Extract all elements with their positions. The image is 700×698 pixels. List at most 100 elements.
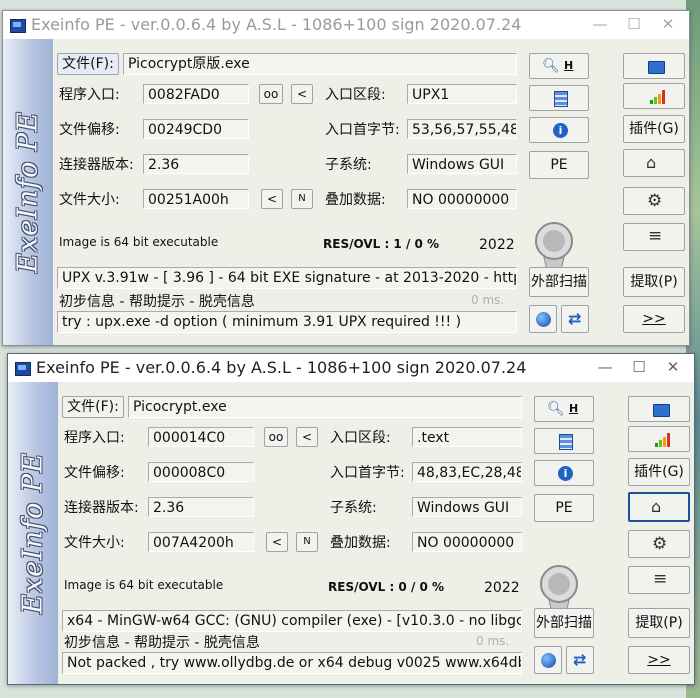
file-offset-field[interactable]: 000008C0: [148, 462, 254, 482]
detection-result[interactable]: UPX v.3.91w - [ 3.96 ] - 64 bit EXE sign…: [57, 267, 517, 289]
refresh-button[interactable]: ⇄: [566, 646, 594, 674]
close-button[interactable]: ✕: [651, 13, 685, 35]
maximize-button[interactable]: ☐: [617, 13, 651, 35]
search-button[interactable]: 🔍︎ H: [529, 53, 589, 79]
file-open-button[interactable]: 文件(F):: [57, 53, 119, 75]
info-icon: i: [553, 123, 568, 138]
external-scan-button[interactable]: 外部扫描: [529, 267, 589, 297]
settings-button[interactable]: ⚙: [623, 187, 685, 215]
first-bytes-field[interactable]: 48,83,EC,28,48: [412, 462, 522, 482]
bit-info: Image is 64 bit executable: [59, 235, 219, 249]
year-label: 2022: [479, 237, 515, 253]
overlay-field[interactable]: NO 00000000: [412, 532, 522, 552]
search-button[interactable]: 🔍︎ H: [534, 396, 594, 422]
file-size-field[interactable]: 007A4200h: [148, 532, 254, 552]
subsystem-label: 子系统:: [330, 500, 377, 516]
prev-entry-button[interactable]: <: [291, 84, 313, 104]
stack-icon: [554, 91, 568, 107]
n-button[interactable]: N: [296, 532, 318, 552]
web-button[interactable]: [534, 646, 562, 674]
prev-size-button[interactable]: <: [261, 189, 283, 209]
minimize-button[interactable]: —: [583, 13, 617, 35]
h-label: H: [564, 59, 574, 72]
next-button[interactable]: >>: [623, 305, 685, 333]
detection-result[interactable]: x64 - MinGW-w64 GCC: (GNU) compiler (exe…: [62, 610, 522, 632]
home-button[interactable]: ⌂: [628, 492, 690, 522]
sidebar-logo-text: ExeInfo PE: [17, 452, 49, 614]
signal-bars-icon: [655, 433, 670, 447]
info-button[interactable]: i: [534, 460, 594, 486]
info-button[interactable]: i: [529, 117, 589, 143]
first-bytes-field[interactable]: 53,56,57,55,48,: [407, 119, 517, 139]
gear-icon: ⚙: [652, 534, 668, 554]
settings-button[interactable]: ⚙: [628, 530, 690, 558]
linker-version-field[interactable]: 2.36: [143, 154, 249, 174]
entry-point-field[interactable]: 000014C0: [148, 427, 254, 447]
pe-button[interactable]: PE: [534, 494, 594, 522]
oo-button[interactable]: oo: [259, 84, 283, 104]
unpack-hint[interactable]: Not packed , try www.ollydbg.de or x64 d…: [62, 652, 522, 674]
file-open-button[interactable]: 文件(F):: [62, 396, 124, 418]
open-folder-button[interactable]: [623, 53, 685, 79]
prev-entry-button[interactable]: <: [296, 427, 318, 447]
close-button[interactable]: ✕: [656, 356, 690, 378]
n-button[interactable]: N: [291, 189, 313, 209]
hint-text: 初步信息 - 帮助提示 - 脱壳信息: [59, 294, 255, 310]
subsystem-field[interactable]: Windows GUI: [407, 154, 517, 174]
menu-button[interactable]: ≡: [623, 223, 685, 251]
hint-text: 初步信息 - 帮助提示 - 脱壳信息: [64, 635, 260, 651]
next-button[interactable]: >>: [628, 646, 690, 674]
title-bar[interactable]: Exeinfo PE - ver.0.0.6.4 by A.S.L - 1086…: [8, 354, 694, 382]
title-bar[interactable]: Exeinfo PE - ver.0.0.6.4 by A.S.L - 1086…: [3, 11, 689, 39]
sidebar-logo: ExeInfo PE: [3, 39, 53, 345]
refresh-icon: ⇄: [573, 650, 587, 669]
stats-button[interactable]: [628, 426, 690, 452]
subsystem-field[interactable]: Windows GUI: [412, 497, 522, 517]
gear-icon: ⚙: [647, 191, 663, 211]
minimize-button[interactable]: —: [588, 356, 622, 378]
ep-section-label: 入口区段:: [330, 430, 391, 446]
subsystem-label: 子系统:: [325, 157, 372, 173]
res-ovl-info: RES/OVL : 0 / 0 %: [328, 580, 445, 594]
sections-button[interactable]: [534, 428, 594, 454]
signal-bars-icon: [650, 90, 665, 104]
extract-button[interactable]: 提取(P): [628, 608, 690, 638]
window-title: Exeinfo PE - ver.0.0.6.4 by A.S.L - 1086…: [36, 358, 527, 377]
plugins-button[interactable]: 插件(G): [628, 458, 690, 486]
entry-point-field[interactable]: 0082FAD0: [143, 84, 249, 104]
menu-icon: ≡: [653, 569, 668, 589]
file-size-field[interactable]: 00251A00h: [143, 189, 249, 209]
first-bytes-label: 入口首字节:: [330, 465, 405, 481]
pe-button[interactable]: PE: [529, 151, 589, 179]
overlay-field[interactable]: NO 00000000: [407, 189, 517, 209]
ep-section-field[interactable]: .text: [412, 427, 522, 447]
file-offset-field[interactable]: 00249CD0: [143, 119, 249, 139]
stats-button[interactable]: [623, 83, 685, 109]
file-name-field[interactable]: Picocrypt原版.exe: [123, 53, 517, 75]
unpack-hint[interactable]: try : upx.exe -d option ( minimum 3.91 U…: [57, 311, 517, 333]
home-button[interactable]: ⌂: [623, 149, 685, 177]
sections-button[interactable]: [529, 85, 589, 111]
main-panel: 文件(F): Picocrypt.exe 程序入口: 000014C0 oo <…: [58, 382, 694, 684]
menu-button[interactable]: ≡: [628, 566, 690, 594]
linker-version-label: 连接器版本:: [59, 157, 134, 173]
refresh-button[interactable]: ⇄: [561, 305, 589, 333]
open-folder-button[interactable]: [628, 396, 690, 422]
ep-section-field[interactable]: UPX1: [407, 84, 517, 104]
stack-icon: [559, 434, 573, 450]
window-title: Exeinfo PE - ver.0.0.6.4 by A.S.L - 1086…: [31, 15, 522, 34]
extract-button[interactable]: 提取(P): [623, 267, 685, 297]
external-scan-button[interactable]: 外部扫描: [534, 608, 594, 638]
maximize-button[interactable]: ☐: [622, 356, 656, 378]
file-name-field[interactable]: Picocrypt.exe: [128, 396, 522, 418]
web-button[interactable]: [529, 305, 557, 333]
sidebar-logo: ExeInfo PE: [8, 382, 58, 684]
home-icon: ⌂: [646, 153, 657, 172]
prev-size-button[interactable]: <: [266, 532, 288, 552]
plugins-button[interactable]: 插件(G): [623, 115, 685, 143]
oo-button[interactable]: oo: [264, 427, 288, 447]
folder-icon: [648, 61, 665, 74]
file-offset-label: 文件偏移:: [59, 122, 120, 138]
linker-version-field[interactable]: 2.36: [148, 497, 254, 517]
h-label: H: [569, 402, 579, 415]
